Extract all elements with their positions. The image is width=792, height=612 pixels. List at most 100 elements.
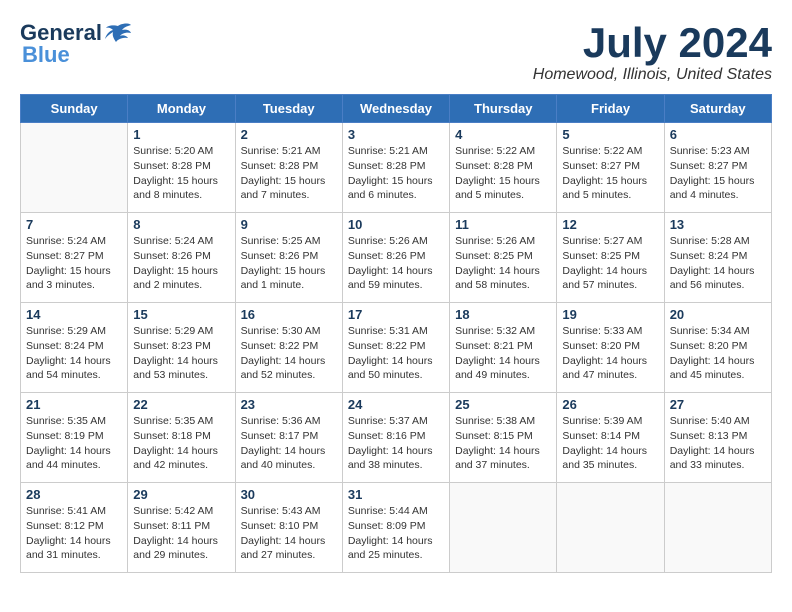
calendar-cell: 22Sunrise: 5:35 AM Sunset: 8:18 PM Dayli… [128, 393, 235, 483]
day-info: Sunrise: 5:38 AM Sunset: 8:15 PM Dayligh… [455, 414, 551, 473]
day-info: Sunrise: 5:41 AM Sunset: 8:12 PM Dayligh… [26, 504, 122, 563]
day-info: Sunrise: 5:34 AM Sunset: 8:20 PM Dayligh… [670, 324, 766, 383]
calendar-cell: 13 Sunrise: 5:28 AM Sunset: 8:24 PM Dayli… [664, 213, 771, 303]
calendar-cell: 2 Sunrise: 5:21 AM Sunset: 8:28 PM Daylig… [235, 123, 342, 213]
day-number: 30 [241, 487, 337, 502]
month-title: July 2024 [533, 20, 772, 66]
day-info: Sunrise: 5:43 AM Sunset: 8:10 PM Dayligh… [241, 504, 337, 563]
calendar-cell: 4 Sunrise: 5:22 AM Sunset: 8:28 PM Daylig… [450, 123, 557, 213]
calendar-cell [664, 483, 771, 573]
day-info: Sunrise: 5:32 AM Sunset: 8:21 PM Dayligh… [455, 324, 551, 383]
calendar-cell: 14 Sunrise: 5:29 AM Sunset: 8:24 PM Dayli… [21, 303, 128, 393]
day-number: 26 [562, 397, 658, 412]
calendar-cell: 9Sunrise: 5:25 AM Sunset: 8:26 PM Daylig… [235, 213, 342, 303]
day-number: 6 [670, 127, 766, 142]
week-row-1: 1Sunrise: 5:20 AM Sunset: 8:28 PM Daylig… [21, 123, 772, 213]
day-number: 7 [26, 217, 122, 232]
day-number: 18 [455, 307, 551, 322]
calendar-cell [21, 123, 128, 213]
calendar-cell: 31 Sunrise: 5:44 AM Sunset: 8:09 PM Dayli… [342, 483, 449, 573]
day-number: 12 [562, 217, 658, 232]
calendar-cell: 29Sunrise: 5:42 AM Sunset: 8:11 PM Dayli… [128, 483, 235, 573]
day-number: 10 [348, 217, 444, 232]
day-number: 4 [455, 127, 551, 142]
day-info: Sunrise: 5:35 AM Sunset: 8:19 PM Dayligh… [26, 414, 122, 473]
calendar-cell: 23 Sunrise: 5:36 AM Sunset: 8:17 PM Dayli… [235, 393, 342, 483]
calendar-cell: 12Sunrise: 5:27 AM Sunset: 8:25 PM Dayli… [557, 213, 664, 303]
calendar-cell: 25 Sunrise: 5:38 AM Sunset: 8:15 PM Dayli… [450, 393, 557, 483]
day-info: Sunrise: 5:37 AM Sunset: 8:16 PM Dayligh… [348, 414, 444, 473]
calendar-header-sunday: Sunday [21, 95, 128, 123]
day-number: 22 [133, 397, 229, 412]
calendar-cell: 8Sunrise: 5:24 AM Sunset: 8:26 PM Daylig… [128, 213, 235, 303]
logo: General Blue [20, 20, 132, 68]
calendar-cell: 21Sunrise: 5:35 AM Sunset: 8:19 PM Dayli… [21, 393, 128, 483]
day-info: Sunrise: 5:29 AM Sunset: 8:24 PM Dayligh… [26, 324, 122, 383]
day-number: 31 [348, 487, 444, 502]
calendar-cell: 7 Sunrise: 5:24 AM Sunset: 8:27 PM Daylig… [21, 213, 128, 303]
week-row-4: 21Sunrise: 5:35 AM Sunset: 8:19 PM Dayli… [21, 393, 772, 483]
calendar-cell: 24 Sunrise: 5:37 AM Sunset: 8:16 PM Dayli… [342, 393, 449, 483]
day-info: Sunrise: 5:28 AM Sunset: 8:24 PM Dayligh… [670, 234, 766, 293]
calendar-cell: 20 Sunrise: 5:34 AM Sunset: 8:20 PM Dayli… [664, 303, 771, 393]
calendar-header-thursday: Thursday [450, 95, 557, 123]
day-info: Sunrise: 5:26 AM Sunset: 8:25 PM Dayligh… [455, 234, 551, 293]
day-info: Sunrise: 5:30 AM Sunset: 8:22 PM Dayligh… [241, 324, 337, 383]
calendar-header-friday: Friday [557, 95, 664, 123]
calendar-cell [450, 483, 557, 573]
calendar-header-saturday: Saturday [664, 95, 771, 123]
calendar-cell: 17 Sunrise: 5:31 AM Sunset: 8:22 PM Dayli… [342, 303, 449, 393]
calendar-cell: 3 Sunrise: 5:21 AM Sunset: 8:28 PM Daylig… [342, 123, 449, 213]
week-row-2: 7 Sunrise: 5:24 AM Sunset: 8:27 PM Daylig… [21, 213, 772, 303]
calendar-cell: 10 Sunrise: 5:26 AM Sunset: 8:26 PM Dayli… [342, 213, 449, 303]
calendar-cell: 26 Sunrise: 5:39 AM Sunset: 8:14 PM Dayli… [557, 393, 664, 483]
calendar-header-tuesday: Tuesday [235, 95, 342, 123]
calendar-cell: 18 Sunrise: 5:32 AM Sunset: 8:21 PM Dayli… [450, 303, 557, 393]
calendar-cell: 19 Sunrise: 5:33 AM Sunset: 8:20 PM Dayli… [557, 303, 664, 393]
day-number: 20 [670, 307, 766, 322]
day-number: 11 [455, 217, 551, 232]
day-number: 2 [241, 127, 337, 142]
day-info: Sunrise: 5:39 AM Sunset: 8:14 PM Dayligh… [562, 414, 658, 473]
day-number: 19 [562, 307, 658, 322]
day-info: Sunrise: 5:26 AM Sunset: 8:26 PM Dayligh… [348, 234, 444, 293]
day-info: Sunrise: 5:23 AM Sunset: 8:27 PM Dayligh… [670, 144, 766, 203]
day-number: 8 [133, 217, 229, 232]
day-info: Sunrise: 5:21 AM Sunset: 8:28 PM Dayligh… [348, 144, 444, 203]
day-number: 3 [348, 127, 444, 142]
day-info: Sunrise: 5:22 AM Sunset: 8:27 PM Dayligh… [562, 144, 658, 203]
day-info: Sunrise: 5:40 AM Sunset: 8:13 PM Dayligh… [670, 414, 766, 473]
day-info: Sunrise: 5:29 AM Sunset: 8:23 PM Dayligh… [133, 324, 229, 383]
day-number: 16 [241, 307, 337, 322]
day-number: 17 [348, 307, 444, 322]
day-number: 27 [670, 397, 766, 412]
page-header: General Blue July 2024 Homewood, Illinoi… [20, 20, 772, 84]
day-info: Sunrise: 5:36 AM Sunset: 8:17 PM Dayligh… [241, 414, 337, 473]
day-info: Sunrise: 5:21 AM Sunset: 8:28 PM Dayligh… [241, 144, 337, 203]
day-number: 14 [26, 307, 122, 322]
day-number: 23 [241, 397, 337, 412]
day-number: 13 [670, 217, 766, 232]
day-number: 28 [26, 487, 122, 502]
logo-bird-icon [104, 22, 132, 44]
calendar-cell: 30 Sunrise: 5:43 AM Sunset: 8:10 PM Dayli… [235, 483, 342, 573]
location: Homewood, Illinois, United States [533, 66, 772, 84]
day-info: Sunrise: 5:33 AM Sunset: 8:20 PM Dayligh… [562, 324, 658, 383]
calendar-cell: 11 Sunrise: 5:26 AM Sunset: 8:25 PM Dayli… [450, 213, 557, 303]
day-number: 15 [133, 307, 229, 322]
calendar-cell: 27 Sunrise: 5:40 AM Sunset: 8:13 PM Dayli… [664, 393, 771, 483]
calendar-cell: 6 Sunrise: 5:23 AM Sunset: 8:27 PM Daylig… [664, 123, 771, 213]
calendar-table: SundayMondayTuesdayWednesdayThursdayFrid… [20, 94, 772, 573]
day-info: Sunrise: 5:44 AM Sunset: 8:09 PM Dayligh… [348, 504, 444, 563]
day-info: Sunrise: 5:31 AM Sunset: 8:22 PM Dayligh… [348, 324, 444, 383]
logo-blue-text: Blue [22, 42, 70, 68]
week-row-5: 28 Sunrise: 5:41 AM Sunset: 8:12 PM Dayli… [21, 483, 772, 573]
day-number: 24 [348, 397, 444, 412]
day-number: 29 [133, 487, 229, 502]
day-number: 25 [455, 397, 551, 412]
calendar-header-monday: Monday [128, 95, 235, 123]
day-info: Sunrise: 5:22 AM Sunset: 8:28 PM Dayligh… [455, 144, 551, 203]
day-info: Sunrise: 5:24 AM Sunset: 8:27 PM Dayligh… [26, 234, 122, 293]
calendar-cell: 5Sunrise: 5:22 AM Sunset: 8:27 PM Daylig… [557, 123, 664, 213]
day-info: Sunrise: 5:20 AM Sunset: 8:28 PM Dayligh… [133, 144, 229, 203]
